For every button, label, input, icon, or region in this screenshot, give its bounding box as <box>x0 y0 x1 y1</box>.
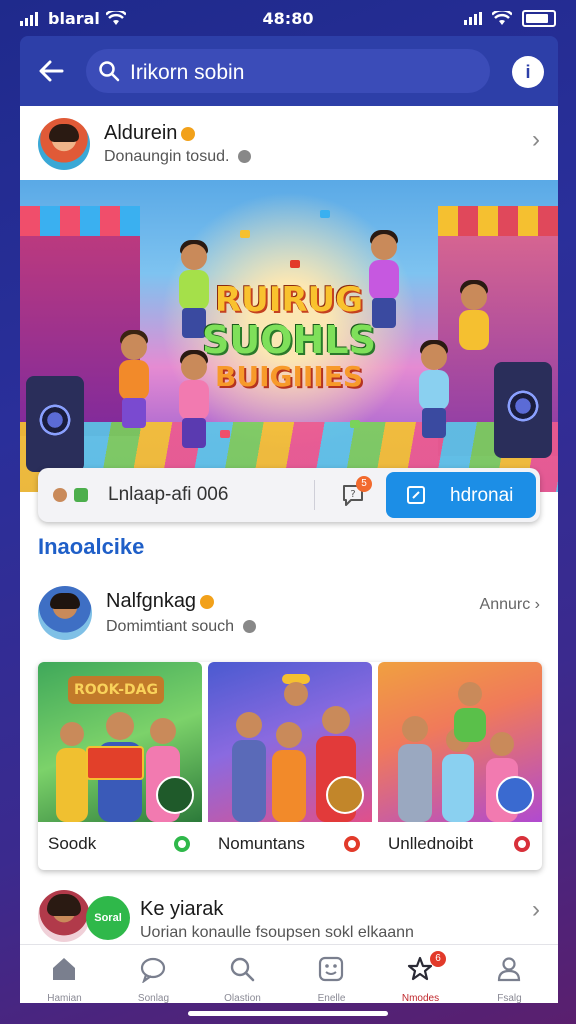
kid-figure <box>448 682 492 742</box>
signal-icon <box>464 12 482 25</box>
globe-icon <box>242 620 256 634</box>
post-author-subtitle: Domimtiant souch <box>106 618 256 636</box>
verified-badge-icon <box>181 126 196 141</box>
media-tile[interactable]: Unllednoibt <box>378 662 542 870</box>
post-hero-image[interactable]: RUIRUG SUOHLS BUIGIIIES <box>20 180 558 492</box>
confetti-piece <box>240 230 250 238</box>
primary-action-label: hdronai <box>450 485 514 506</box>
tab-profile[interactable]: Fsalg <box>465 945 554 1004</box>
hero-title-line-3: BUIGIIIES <box>214 360 364 393</box>
author-name-text: Nalfgnkag <box>106 590 197 612</box>
tab-notification-badge: 6 <box>430 951 446 967</box>
status-icons <box>464 10 556 27</box>
status-dot <box>174 836 190 852</box>
media-tile-image <box>378 662 542 822</box>
tab-search[interactable]: Olastion <box>198 945 287 1004</box>
battery-icon <box>522 10 556 27</box>
search-input-text[interactable]: Irikorn sobin <box>130 61 244 85</box>
profile-avatar-button[interactable]: i <box>512 56 544 88</box>
kid-figure <box>228 712 270 822</box>
post-author-subtitle: Donaungin tosud. <box>104 148 251 166</box>
avatar[interactable] <box>38 586 92 640</box>
status-dot <box>514 836 530 852</box>
chevron-right-icon[interactable]: › <box>532 126 540 154</box>
game-logo-icon <box>496 776 534 814</box>
kid-figure <box>268 722 310 822</box>
tab-favorites[interactable]: 6 Nmodes <box>376 945 465 1004</box>
author-name-text: Aldurein <box>104 122 178 144</box>
verified-badge-icon <box>200 594 215 609</box>
author-subtitle-text: Domimtiant souch <box>106 618 235 635</box>
section-title[interactable]: Inaoalcike <box>38 534 144 560</box>
game-logo-icon <box>326 776 364 814</box>
post-meta-link[interactable]: Annurc › <box>480 596 540 614</box>
hero-title-line-2: SUOHLS <box>202 318 376 362</box>
search-icon <box>230 957 255 982</box>
globe-icon <box>237 150 251 164</box>
person-icon <box>497 957 521 982</box>
chevron-right-icon[interactable]: › <box>532 896 540 924</box>
tab-label: Nmodes <box>401 993 440 1004</box>
back-button[interactable] <box>34 54 68 88</box>
smiley-box-icon <box>318 956 344 982</box>
confetti-piece <box>290 260 300 268</box>
feed-card: Aldurein Donaungin tosud. › RUIRUG SUOHL… <box>20 106 558 944</box>
status-dot <box>344 836 360 852</box>
primary-action-button[interactable]: hdronai <box>386 472 536 518</box>
tab-emoji[interactable]: Enelle <box>287 945 376 1004</box>
media-tile-label: Nomuntans <box>218 834 305 853</box>
svg-text:?: ? <box>350 489 355 500</box>
media-tile[interactable]: ROOK-DAG Soodk <box>38 662 202 870</box>
kid-figure <box>394 716 436 822</box>
chat-bubble-icon <box>140 957 166 983</box>
tab-label: Hamian <box>47 993 82 1004</box>
confetti-piece <box>320 210 330 218</box>
post-author-subtitle: Uorian konaulle fsoupsen sokl elkaann <box>140 924 414 941</box>
game-box-illustration <box>86 746 144 780</box>
search-icon <box>99 61 120 82</box>
home-icon <box>53 958 75 980</box>
tile-banner: ROOK-DAG <box>68 676 164 704</box>
confetti-piece <box>350 420 360 428</box>
post-author-name[interactable]: Nalfgnkag <box>106 590 215 613</box>
post-action-bar: Lnlaap-afi 006 ? 5 hdronai <box>38 468 540 522</box>
media-tile[interactable]: Nomuntans <box>208 662 372 870</box>
wifi-icon <box>492 11 512 25</box>
kid-figure <box>438 728 478 822</box>
tab-chat[interactable]: Sonlag <box>109 945 198 1004</box>
media-tile-label: Unllednoibt <box>388 834 474 853</box>
media-tile-image <box>208 662 372 822</box>
media-carousel: ROOK-DAG Soodk Nomuntans Unllednoibt <box>38 662 542 870</box>
hero-title-line-1: RUIRUG <box>214 280 364 320</box>
confetti-piece <box>220 430 230 438</box>
tab-label: Sonlag <box>137 993 170 1004</box>
group-badge[interactable]: Soral <box>86 896 130 940</box>
author-subtitle-text: Donaungin tosud. <box>104 148 230 165</box>
avatar[interactable] <box>38 890 90 942</box>
tab-label: Enelle <box>317 993 346 1004</box>
reaction-count-text[interactable]: Lnlaap-afi 006 <box>108 484 228 506</box>
avatar[interactable] <box>38 118 90 170</box>
status-bar: blaral 48:80 <box>0 0 576 38</box>
edit-icon <box>407 486 425 504</box>
tab-home[interactable]: Hamian <box>20 945 109 1004</box>
kid-figure <box>278 674 314 718</box>
home-indicator[interactable] <box>188 1011 388 1016</box>
search-bar[interactable]: Irikorn sobin <box>86 49 490 93</box>
post-header[interactable]: Aldurein Donaungin tosud. › <box>20 106 558 180</box>
bottom-tab-bar: Hamian Sonlag Olastion Enelle 6 Nmodes F… <box>20 944 558 1004</box>
divider <box>314 480 315 510</box>
post-author-name[interactable]: Aldurein <box>104 122 196 145</box>
tab-label: Olastion <box>224 993 261 1004</box>
meta-link-text: Annurc <box>479 596 531 613</box>
comment-notification-badge: 5 <box>356 476 372 492</box>
game-logo-icon <box>156 776 194 814</box>
tab-label: Fsalg <box>497 993 522 1004</box>
media-tile-label: Soodk <box>48 834 97 853</box>
back-arrow-icon <box>39 60 64 82</box>
reaction-icons[interactable] <box>52 485 92 505</box>
top-bar: Irikorn sobin i <box>20 36 558 106</box>
media-tile-image: ROOK-DAG <box>38 662 202 822</box>
post-author-name[interactable]: Ke yiarak <box>140 898 223 921</box>
